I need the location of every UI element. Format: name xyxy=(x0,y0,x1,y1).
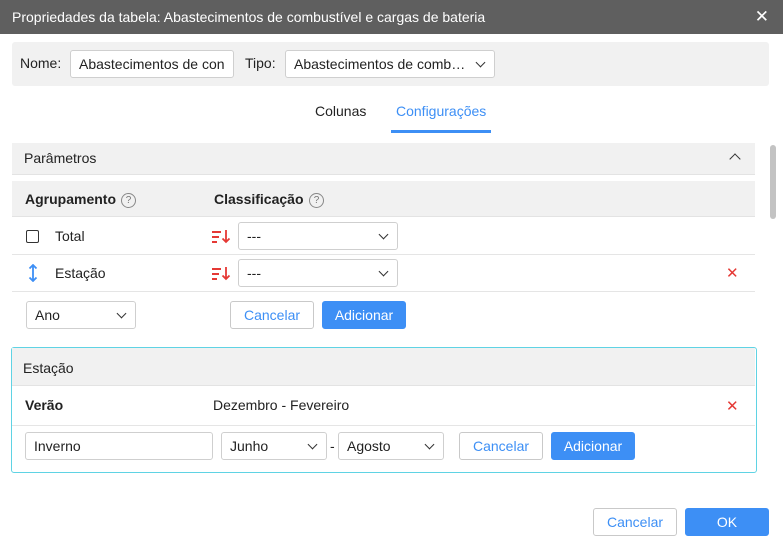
station-name-input[interactable]: Inverno xyxy=(25,432,213,460)
vertical-scrollbar[interactable] xyxy=(768,143,778,488)
dialog-cancel-button[interactable]: Cancelar xyxy=(593,508,677,536)
chevron-down-icon xyxy=(424,439,435,450)
name-type-bar: Nome: Abastecimentos de con Tipo: Abaste… xyxy=(12,42,769,86)
grouping-type-value: Ano xyxy=(35,307,60,323)
station-from-value: Junho xyxy=(230,438,269,454)
remove-icon[interactable]: ✕ xyxy=(726,397,739,415)
chevron-down-icon xyxy=(475,57,486,68)
station-new-entry-row: Inverno Junho - Agosto Cancelar Adiciona… xyxy=(12,427,755,471)
name-input[interactable]: Abastecimentos de con xyxy=(70,50,234,78)
station-title: Estação xyxy=(23,360,74,376)
grouping-row-label: Total xyxy=(55,228,85,244)
sort-select-value: --- xyxy=(247,228,261,244)
sorting-help-icon[interactable]: ? xyxy=(309,193,324,208)
station-from-select[interactable]: Junho xyxy=(221,432,327,460)
sorting-header: Classificação xyxy=(214,191,304,207)
name-label: Nome: xyxy=(20,55,62,71)
chevron-down-icon xyxy=(116,308,127,319)
grouping-header: Agrupamento xyxy=(25,191,116,207)
sort-select[interactable]: --- xyxy=(238,222,398,250)
station-to-value: Agosto xyxy=(347,438,391,454)
grouping-type-select[interactable]: Ano xyxy=(26,301,136,329)
grouping-row-estacao: Estação --- ✕ xyxy=(12,255,755,292)
sort-descending-icon[interactable] xyxy=(212,229,232,245)
add-button[interactable]: Adicionar xyxy=(322,301,406,329)
chevron-up-icon[interactable] xyxy=(729,153,741,165)
tab-configuracoes[interactable]: Configurações xyxy=(396,103,486,119)
chevron-down-icon xyxy=(378,266,389,277)
ok-button[interactable]: OK xyxy=(685,508,769,536)
active-tab-indicator xyxy=(391,130,491,133)
parameters-header[interactable]: Parâmetros xyxy=(12,143,755,175)
type-select-value: Abastecimentos de comb… xyxy=(294,56,466,72)
sort-select-value: --- xyxy=(247,265,261,281)
sort-select[interactable]: --- xyxy=(238,259,398,287)
close-icon[interactable]: ✕ xyxy=(755,7,769,27)
dialog-titlebar: Propriedades da tabela: Abastecimentos d… xyxy=(0,0,783,34)
station-entry-range: Dezembro - Fevereiro xyxy=(213,397,350,413)
chevron-down-icon xyxy=(378,229,389,240)
sort-descending-icon[interactable] xyxy=(212,266,232,282)
station-entry-name: Verão xyxy=(25,397,64,413)
grouping-help-icon[interactable]: ? xyxy=(121,193,136,208)
type-label: Tipo: xyxy=(245,55,276,71)
total-checkbox[interactable] xyxy=(26,230,39,243)
type-select[interactable]: Abastecimentos de comb… xyxy=(285,50,495,78)
station-to-select[interactable]: Agosto xyxy=(338,432,444,460)
drag-handle-icon[interactable] xyxy=(28,264,38,282)
station-entry-row: Verão Dezembro - Fevereiro ✕ xyxy=(12,386,755,426)
remove-icon[interactable]: ✕ xyxy=(726,264,739,282)
add-grouping-row: Ano Cancelar Adicionar xyxy=(12,292,755,338)
settings-scroll-area: Parâmetros Agrupamento ? Classificação ?… xyxy=(11,143,776,488)
scrollbar-thumb[interactable] xyxy=(770,145,776,219)
add-button[interactable]: Adicionar xyxy=(551,432,635,460)
parameters-title: Parâmetros xyxy=(24,150,97,166)
station-header: Estação xyxy=(12,348,755,386)
parameters-grid-header: Agrupamento ? Classificação ? xyxy=(12,181,755,217)
dialog-title: Propriedades da tabela: Abastecimentos d… xyxy=(12,9,486,25)
cancel-button[interactable]: Cancelar xyxy=(230,301,314,329)
station-editor: Estação Verão Dezembro - Fevereiro ✕ Inv… xyxy=(11,347,757,473)
cancel-button[interactable]: Cancelar xyxy=(459,432,543,460)
tab-colunas[interactable]: Colunas xyxy=(315,103,366,119)
grouping-row-total: Total --- xyxy=(12,218,755,255)
grouping-row-label: Estação xyxy=(55,265,106,281)
chevron-down-icon xyxy=(307,439,318,450)
range-separator: - xyxy=(330,438,335,454)
